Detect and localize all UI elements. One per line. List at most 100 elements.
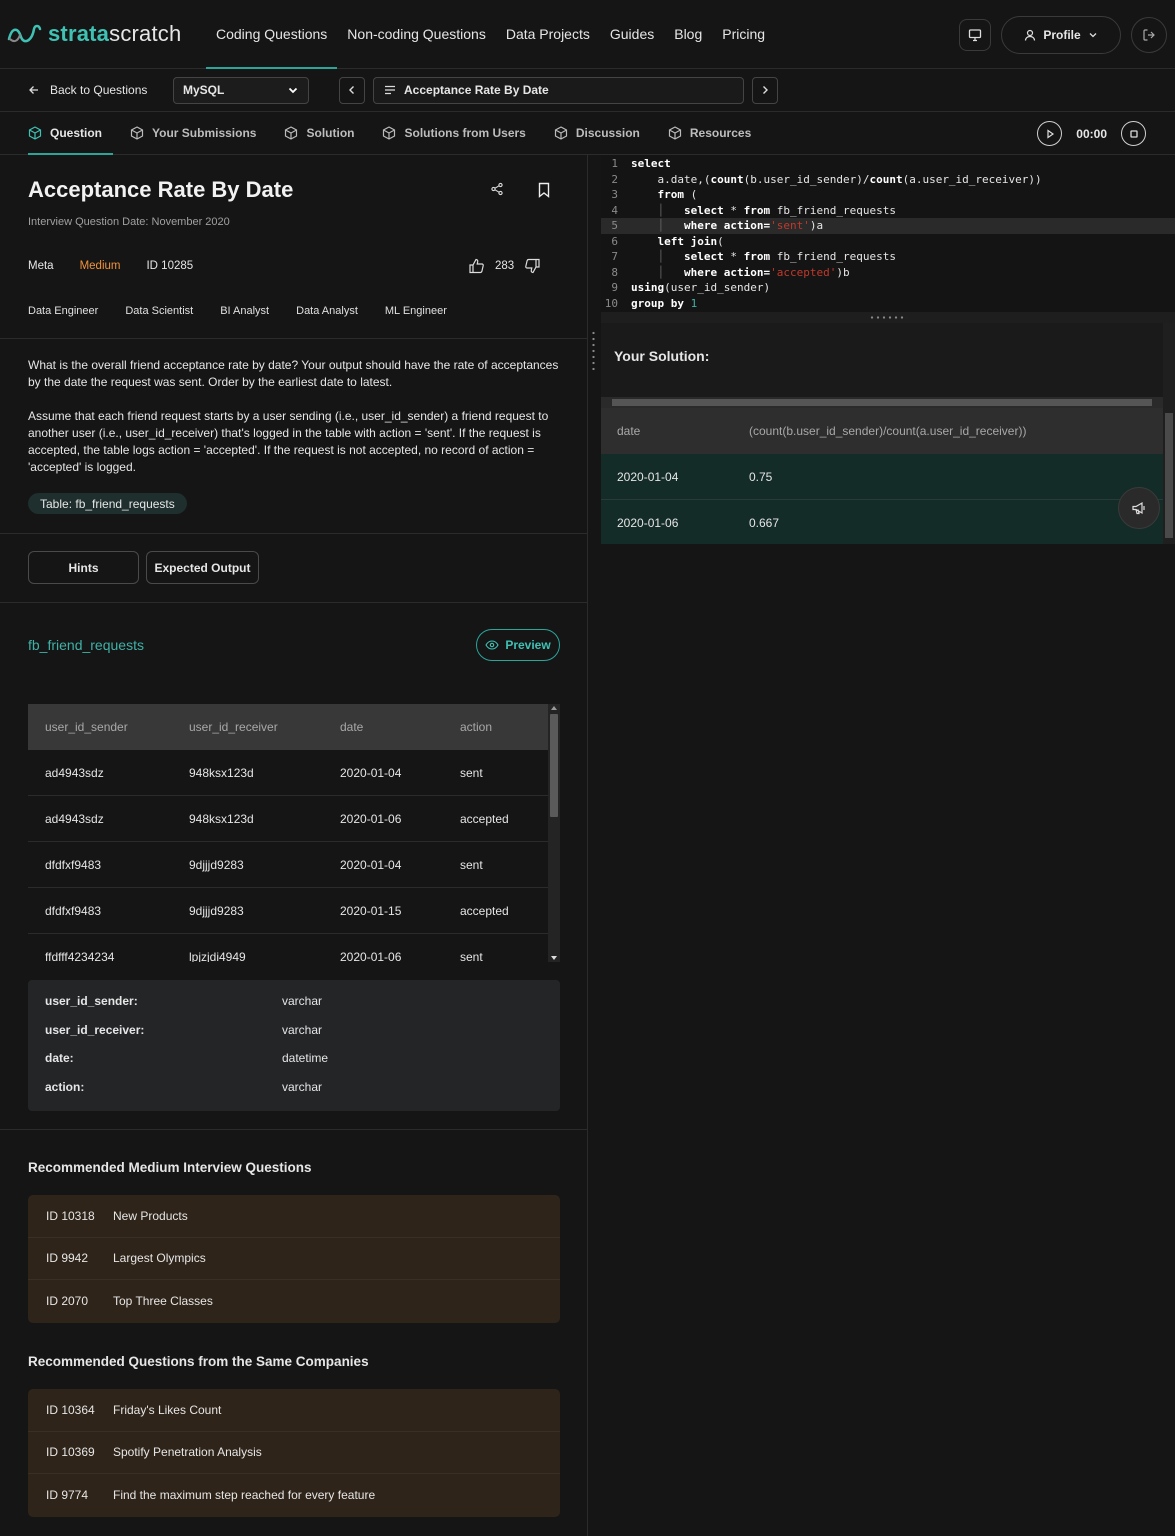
tab-solution[interactable]: Solution: [284, 112, 365, 155]
timer-start-button[interactable]: [1037, 121, 1063, 146]
share-button[interactable]: [490, 182, 504, 199]
previous-question-button[interactable]: [339, 76, 365, 104]
schema-field: user_id_sender:: [45, 994, 138, 1008]
table-cell: 2020-01-15: [340, 903, 402, 918]
list-item[interactable]: ID 10364 Friday's Likes Count: [28, 1389, 560, 1432]
nav-data-projects[interactable]: Data Projects: [496, 0, 600, 69]
column-header: action: [460, 720, 493, 734]
scroll-up-icon[interactable]: [551, 706, 557, 710]
role-tag[interactable]: BI Analyst: [220, 305, 269, 317]
nav-blog[interactable]: Blog: [664, 0, 712, 69]
next-question-button[interactable]: [752, 76, 778, 104]
eye-icon: [485, 640, 499, 650]
grip-dots-icon: [869, 316, 907, 319]
rec-id: ID 2070: [46, 1294, 89, 1309]
profile-button[interactable]: Profile: [1001, 16, 1121, 54]
table-row: dfdfxf9483 9djjjd9283 2020-01-15 accepte…: [28, 888, 560, 934]
hints-button[interactable]: Hints: [28, 551, 139, 584]
code-token: (b.user_id_sender)/: [743, 172, 870, 186]
preview-button[interactable]: Preview: [476, 629, 560, 661]
question-tabs: Question Your Submissions Solution Solut…: [0, 112, 1175, 155]
tab-solutions-from-users[interactable]: Solutions from Users: [382, 112, 536, 155]
role-tag[interactable]: Data Engineer: [28, 305, 98, 317]
scrollbar-thumb[interactable]: [1165, 413, 1173, 538]
cube-icon: [383, 126, 396, 140]
code-line: 9 using (user_id_sender): [601, 280, 1175, 296]
tab-discussion[interactable]: Discussion: [554, 112, 651, 155]
schema-row: user_id_sender: varchar: [28, 994, 560, 1023]
role-tag[interactable]: Data Analyst: [296, 305, 358, 317]
table-chip[interactable]: Table: fb_friend_requests: [28, 493, 187, 514]
divider: [0, 602, 588, 603]
timer-value: 00:00: [1076, 126, 1107, 141]
nav-guides[interactable]: Guides: [600, 0, 664, 69]
logo[interactable]: stratascratch: [6, 21, 206, 47]
code-token: select: [631, 157, 671, 171]
schema-type: varchar: [282, 994, 323, 1008]
logout-button[interactable]: [1131, 17, 1167, 53]
vote-count: 283: [495, 260, 515, 272]
logo-text-strata: strata: [48, 21, 110, 46]
code-line: 3 from (: [601, 187, 1175, 203]
code-editor[interactable]: 1 select 2 a.date,(count (b.user_id_sender…: [601, 155, 1175, 312]
rec-title: Spotify Penetration Analysis: [113, 1445, 262, 1460]
code-token: (: [684, 188, 698, 202]
display-mode-button[interactable]: [959, 19, 991, 51]
line-number: 2: [611, 172, 618, 186]
nav-non-coding-questions[interactable]: Non-coding Questions: [337, 0, 496, 69]
tab-question[interactable]: Question: [28, 112, 114, 155]
list-item[interactable]: ID 9774 Find the maximum step reached for…: [28, 1474, 560, 1517]
chevron-left-icon: [349, 86, 354, 94]
question-meta: Meta Medium ID 10285: [28, 260, 193, 272]
vertical-scrollbar[interactable]: [1163, 323, 1175, 544]
list-item[interactable]: ID 9942 Largest Olympics: [28, 1238, 560, 1280]
scrollbar-thumb[interactable]: [612, 399, 1152, 406]
table-scrollbar[interactable]: [548, 704, 560, 962]
code-token: (user_id_sender): [664, 281, 771, 295]
solution-heading: Your Solution:: [614, 348, 710, 364]
rec-title: New Products: [113, 1208, 188, 1223]
divider: [0, 338, 588, 339]
horizontal-scrollbar[interactable]: [601, 397, 1163, 408]
nav-coding-questions[interactable]: Coding Questions: [206, 0, 338, 69]
code-string: 'accepted': [770, 265, 837, 279]
feedback-button[interactable]: [1118, 487, 1160, 529]
logout-icon: [1143, 29, 1155, 41]
thumbs-up-icon[interactable]: [468, 258, 485, 274]
cube-icon: [668, 126, 681, 140]
role-tag[interactable]: ML Engineer: [385, 305, 447, 317]
code-token: count: [869, 172, 903, 186]
back-to-questions-link[interactable]: Back to Questions: [28, 83, 173, 97]
tab-resources[interactable]: Resources: [668, 112, 762, 155]
question-id: ID 10285: [146, 260, 194, 272]
panel-resize-handle[interactable]: [588, 155, 601, 544]
table-cell: 2020-01-06: [340, 949, 402, 963]
code-number: 1: [690, 296, 698, 310]
question-toolbar: Back to Questions MySQL Acceptance Rate …: [0, 69, 1175, 112]
nav-pricing[interactable]: Pricing: [712, 0, 775, 69]
code-token: from: [743, 250, 771, 264]
bookmark-button[interactable]: [537, 182, 551, 201]
timer-stop-button[interactable]: [1121, 121, 1146, 146]
code-token: (: [717, 234, 724, 248]
question-selector[interactable]: Acceptance Rate By Date: [373, 76, 744, 104]
play-icon: [1047, 128, 1054, 139]
language-select[interactable]: MySQL: [173, 76, 309, 104]
expected-output-button[interactable]: Expected Output: [146, 551, 259, 584]
list-item[interactable]: ID 10369 Spotify Penetration Analysis: [28, 1432, 560, 1474]
scrollbar-thumb[interactable]: [550, 714, 558, 817]
tab-your-submissions[interactable]: Your Submissions: [130, 112, 267, 155]
rec-id: ID 10318: [46, 1208, 95, 1223]
rec-title: Friday's Likes Count: [113, 1402, 222, 1417]
thumbs-down-icon[interactable]: [524, 258, 541, 274]
role-tag[interactable]: Data Scientist: [125, 305, 193, 317]
company-name[interactable]: Meta: [28, 260, 54, 272]
question-title: Acceptance Rate By Date: [28, 177, 294, 202]
list-item[interactable]: ID 2070 Top Three Classes: [28, 1280, 560, 1323]
list-item[interactable]: ID 10318 New Products: [28, 1195, 560, 1238]
table-cell: sent: [460, 765, 483, 780]
code-token: using: [631, 281, 665, 295]
chevron-right-icon: [763, 86, 768, 94]
editor-resize-handle[interactable]: [601, 312, 1175, 323]
scroll-down-icon[interactable]: [551, 956, 557, 960]
